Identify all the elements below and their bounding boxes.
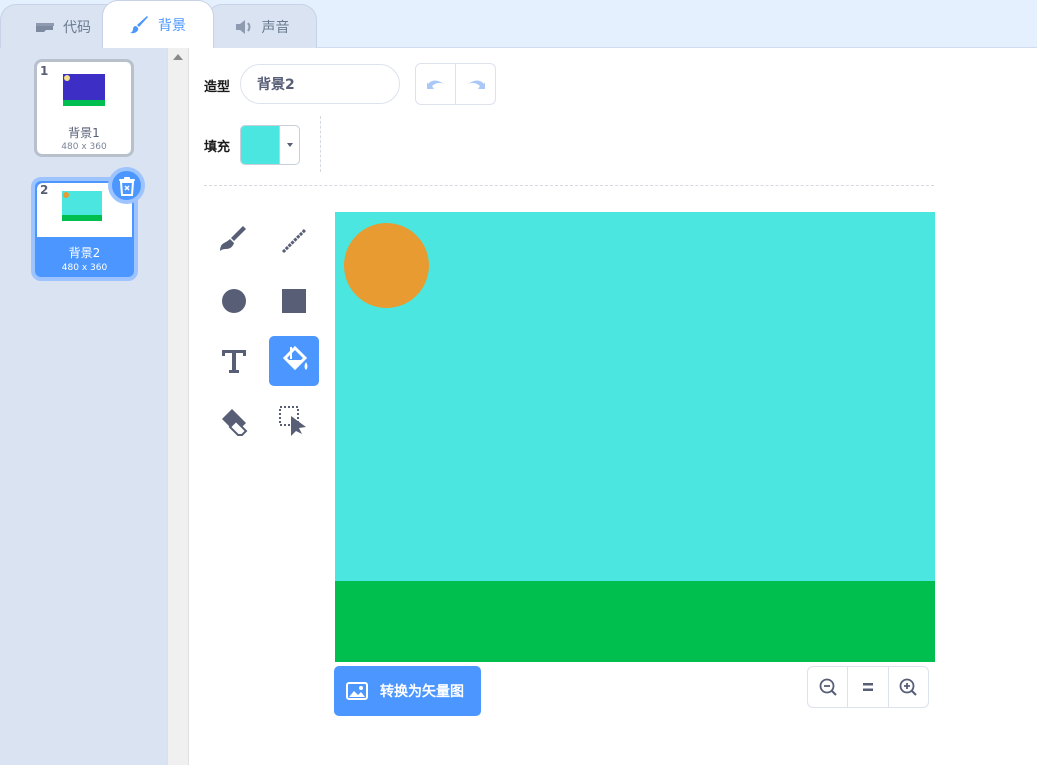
zoom-in-icon (899, 678, 918, 696)
backdrop-size: 480 x 360 (61, 142, 107, 152)
tab-backdrops[interactable]: 背景 (102, 0, 214, 48)
tab-bar: 代码 声音 背景 (0, 0, 1037, 48)
paint-canvas[interactable] (335, 212, 935, 662)
backdrop-thumbnail (62, 191, 102, 221)
brush-icon (130, 15, 150, 35)
backdrop-thumbnail (63, 74, 105, 106)
header-divider (204, 185, 934, 186)
undo-icon (426, 80, 444, 89)
costume-name-label: 造型 (204, 80, 231, 95)
delete-backdrop-button[interactable] (108, 167, 145, 204)
redo-button[interactable] (455, 64, 495, 104)
circle-icon (222, 289, 246, 313)
text-icon (222, 350, 246, 373)
backdrop-list-scrollbar[interactable] (167, 48, 189, 765)
zoom-out-icon (819, 678, 837, 696)
canvas-sun-shape (344, 223, 429, 308)
scroll-up-arrow-icon[interactable] (173, 54, 183, 60)
line-icon (281, 228, 307, 254)
backdrop-item-1[interactable]: 1 背景1 480 x 360 (34, 59, 134, 157)
zoom-controls (807, 666, 929, 708)
zoom-reset-button[interactable] (847, 667, 887, 707)
fill-color-swatch (241, 126, 280, 164)
redo-icon (467, 80, 485, 89)
circle-tool[interactable] (209, 276, 259, 326)
dropdown-arrow-icon (280, 126, 299, 164)
image-icon (346, 682, 368, 700)
brush-tool[interactable] (209, 216, 259, 266)
rectangle-tool[interactable] (269, 276, 319, 326)
zoom-out-button[interactable] (808, 667, 847, 707)
brush-icon (220, 226, 246, 251)
convert-to-vector-label: 转换为矢量图 (380, 684, 464, 700)
tab-sounds-label: 声音 (261, 19, 290, 36)
undo-redo-group (415, 63, 496, 105)
tab-code-label: 代码 (63, 19, 91, 36)
backdrop-number: 1 (40, 64, 49, 78)
zoom-reset-icon (862, 683, 873, 691)
zoom-in-button[interactable] (887, 667, 928, 707)
eraser-tool[interactable] (209, 396, 259, 446)
undo-button[interactable] (416, 64, 455, 104)
backdrop-name: 背景1 (68, 126, 100, 140)
backdrop-number: 2 (40, 183, 49, 197)
tab-sounds[interactable]: 声音 (206, 4, 317, 48)
fill-icon (282, 345, 308, 371)
toolbar-divider (320, 116, 321, 172)
rectangle-icon (282, 289, 306, 313)
select-icon (279, 406, 306, 436)
tab-backdrops-label: 背景 (158, 17, 186, 34)
fill-color-picker[interactable] (240, 125, 300, 165)
line-tool[interactable] (269, 216, 319, 266)
text-tool[interactable] (209, 336, 259, 386)
backdrop-name: 背景2 (68, 246, 101, 260)
backdrop-size: 480 x 360 (61, 263, 108, 273)
costume-name-input[interactable]: 背景2 (240, 64, 400, 104)
code-icon (35, 20, 55, 34)
paint-editor-window: 代码 声音 背景 1 背景1 480 x 360 2 背景2 480 x 360… (0, 0, 1037, 765)
eraser-icon (222, 409, 248, 436)
select-tool[interactable] (269, 396, 319, 446)
canvas-ground-shape (335, 581, 935, 662)
fill-label: 填充 (204, 140, 231, 155)
convert-to-vector-button[interactable]: 转换为矢量图 (334, 666, 481, 716)
fill-tool[interactable] (269, 336, 319, 386)
speaker-icon (234, 19, 254, 35)
trash-icon (118, 176, 135, 196)
